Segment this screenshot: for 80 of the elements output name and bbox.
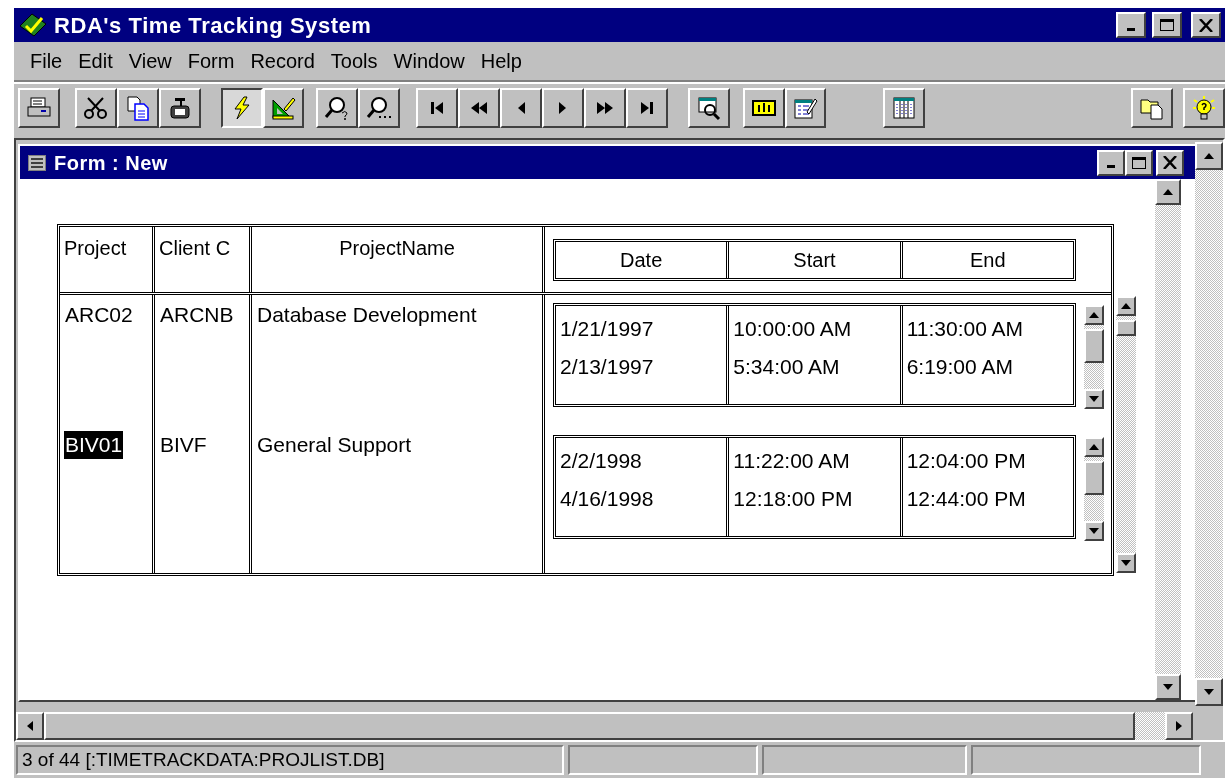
field-value[interactable]: 1/21/1997 [560,310,727,348]
vertical-scrollbar[interactable] [1195,142,1223,706]
column-header: Date [556,241,730,278]
field-value[interactable]: BIVF [159,431,208,459]
field-value[interactable]: 11:30:00 AM [906,310,1073,348]
menu-item[interactable]: View [120,46,180,76]
field-value[interactable]: 12:04:00 PM [906,442,1073,480]
previous-record-icon [517,102,525,114]
maximize-icon [1132,156,1146,169]
up-arrow-icon [1163,189,1173,195]
lightbulb-icon [1191,95,1218,121]
menu-item[interactable]: Tools [322,46,386,76]
up-arrow-icon [1204,153,1214,159]
horizontal-scrollbar[interactable] [16,712,1193,740]
down-arrow-icon [1089,396,1099,402]
vertical-scrollbar[interactable] [1116,296,1136,573]
next-record-icon [559,102,567,114]
menu-item[interactable]: Window [385,46,473,76]
field-value[interactable]: BIV01 [64,431,124,459]
vertical-scrollbar[interactable] [1084,305,1104,409]
table-search-icon [695,95,722,121]
column-header: ProjectName [252,227,545,292]
minimize-icon [1127,27,1135,31]
form-title: Form : New [54,150,168,176]
scrollbar-thumb[interactable] [1116,320,1136,336]
app-icon [18,12,48,38]
copy-icon [124,95,151,121]
field-value[interactable]: Database Development [256,301,478,329]
column-header: Client C [155,227,252,292]
close-icon [1199,18,1213,32]
menu-item[interactable]: Record [242,46,323,76]
maximize-icon [1160,19,1174,31]
left-arrow-icon [27,721,33,731]
field-value[interactable]: 6:19:00 AM [906,348,1073,386]
field-value[interactable]: 12:44:00 PM [906,480,1073,518]
toolbar-button[interactable] [220,88,263,128]
up-arrow-icon [1089,312,1099,318]
close-icon [1163,156,1177,169]
right-arrow-icon [1176,721,1182,731]
down-arrow-icon [1163,684,1173,690]
scissors-icon [82,95,109,121]
up-arrow-icon [1121,303,1131,309]
up-arrow-icon [1089,444,1099,450]
status-text: 3 of 44 [:TIMETRACKDATA:PROJLIST.DB] [16,745,564,775]
field-value[interactable]: General Support [256,431,413,459]
table-icon [891,95,918,121]
scrollbar-thumb[interactable] [1084,329,1104,363]
field-value[interactable]: 2/13/1997 [560,348,727,386]
menu-item[interactable]: Edit [70,46,121,76]
column-header: End [969,247,1007,273]
field-value[interactable]: 10:00:00 AM [733,310,900,348]
scrollbar-thumb[interactable] [1084,461,1104,495]
down-arrow-icon [1089,528,1099,534]
down-arrow-icon [1204,689,1214,695]
field-value[interactable]: 12:18:00 PM [733,480,900,518]
field-value[interactable]: 2/2/1998 [560,442,727,480]
vertical-scrollbar[interactable] [1084,437,1104,541]
search-icon [366,95,393,121]
down-arrow-icon [1121,560,1131,566]
field-value[interactable]: ARCNB [159,301,235,329]
column-header: Start [729,241,903,278]
maximize-button[interactable] [1125,149,1153,176]
vertical-scrollbar[interactable] [1155,179,1181,700]
field-value[interactable]: 11:22:00 AM [733,442,900,480]
field-value[interactable]: 5:34:00 AM [733,348,900,386]
menu-item[interactable]: Form [179,46,243,76]
field-value[interactable]: ARC02 [64,301,134,329]
window-title: RDA's Time Tracking System [54,11,372,40]
menu-item[interactable]: Help [472,46,530,76]
close-button[interactable] [1156,149,1184,176]
maximize-button[interactable] [1152,12,1182,38]
minimize-icon [1107,165,1115,168]
ruler-triangle-icon [270,95,297,121]
close-button[interactable] [1191,12,1221,38]
minimize-button[interactable] [1116,12,1146,38]
menu-item[interactable]: File [22,46,71,76]
form-icon [28,154,46,171]
minimize-button[interactable] [1097,149,1125,176]
column-header: Project [60,227,155,292]
field-value[interactable]: 4/16/1998 [560,480,727,518]
